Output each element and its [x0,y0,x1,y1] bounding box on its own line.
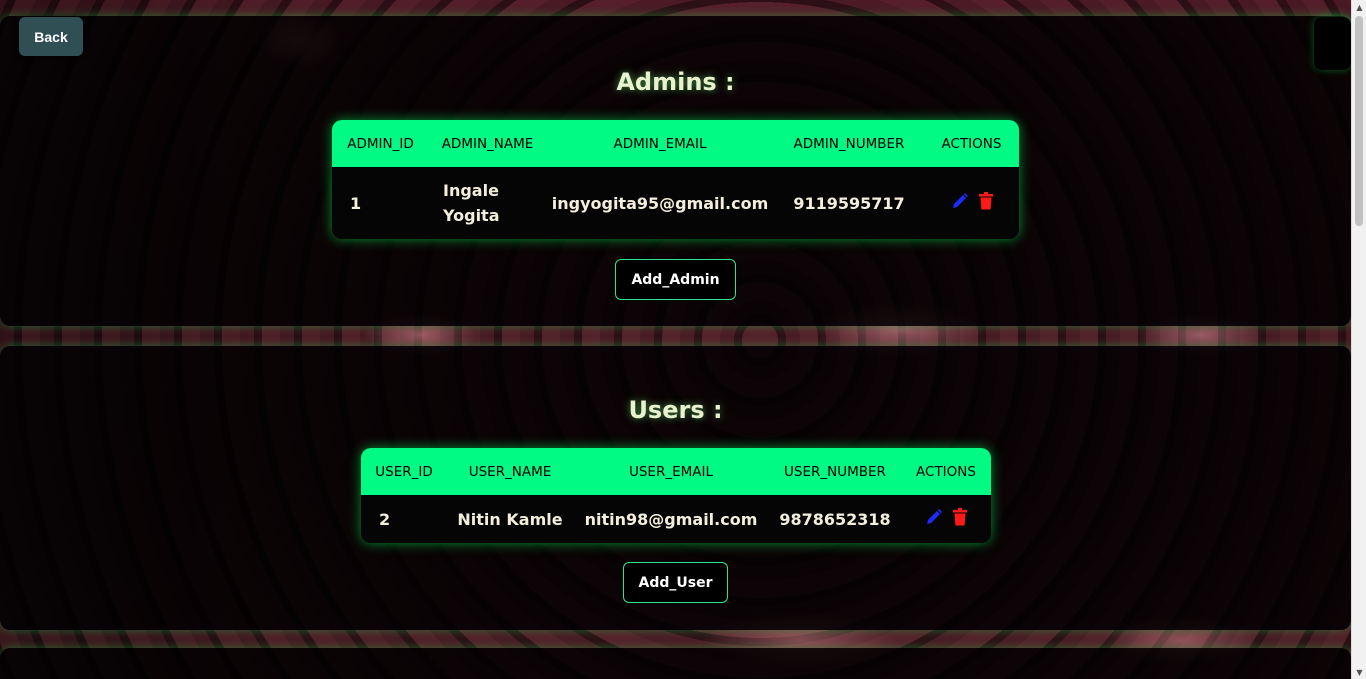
column-header-admin-id: ADMIN_ID [332,120,429,167]
column-header-admin-number: ADMIN_NUMBER [774,120,924,167]
table-row: 2 Nitin Kamle nitin98@gmail.com 98786523… [361,495,991,543]
pencil-icon[interactable] [951,192,969,214]
admin-name: Ingale Yogita [443,181,500,225]
user-actions-cell [901,495,991,543]
scroll-down-arrow-icon[interactable]: ▼ [1352,665,1366,679]
user-number-cell: 9878652318 [769,495,901,543]
column-header-admin-name: ADMIN_NAME [429,120,546,167]
column-header-user-name: USER_NAME [447,448,573,495]
user-email-cell: nitin98@gmail.com [573,495,769,543]
table-row: 1 Ingale Yogita ingyogita95@gmail.com 91… [332,167,1019,239]
column-header-user-number: USER_NUMBER [769,448,901,495]
pencil-icon[interactable] [925,508,943,530]
next-panel [0,648,1351,679]
scroll-thumb[interactable] [1355,16,1363,226]
admin-number-cell: 9119595717 [774,167,924,239]
back-button[interactable]: Back [19,17,83,56]
trash-icon[interactable] [978,192,993,214]
scroll-up-arrow-icon[interactable]: ▲ [1352,0,1366,14]
admin-name-cell: Ingale Yogita [429,167,546,239]
admins-table: ADMIN_ID ADMIN_NAME ADMIN_EMAIL ADMIN_NU… [332,120,1019,239]
admin-actions-cell [924,167,1019,239]
table-header-row: USER_ID USER_NAME USER_EMAIL USER_NUMBER… [361,448,991,495]
column-header-actions: ACTIONS [924,120,1019,167]
add-user-button[interactable]: Add_User [623,562,728,603]
users-table: USER_ID USER_NAME USER_EMAIL USER_NUMBER… [361,448,991,543]
admin-email-cell: ingyogita95@gmail.com [546,167,774,239]
trash-icon[interactable] [953,508,967,530]
corner-box [1314,17,1351,70]
column-header-admin-email: ADMIN_EMAIL [546,120,774,167]
admins-title: Admins : [616,68,735,96]
page-scrollbar[interactable]: ▲ ▼ [1351,0,1366,679]
add-admin-button[interactable]: Add_Admin [615,259,736,300]
user-name-cell: Nitin Kamle [447,495,573,543]
column-header-actions: ACTIONS [901,448,991,495]
admin-id-cell: 1 [332,167,429,239]
user-id-cell: 2 [361,495,447,543]
users-title: Users : [628,396,723,424]
column-header-user-id: USER_ID [361,448,447,495]
table-header-row: ADMIN_ID ADMIN_NAME ADMIN_EMAIL ADMIN_NU… [332,120,1019,167]
column-header-user-email: USER_EMAIL [573,448,769,495]
